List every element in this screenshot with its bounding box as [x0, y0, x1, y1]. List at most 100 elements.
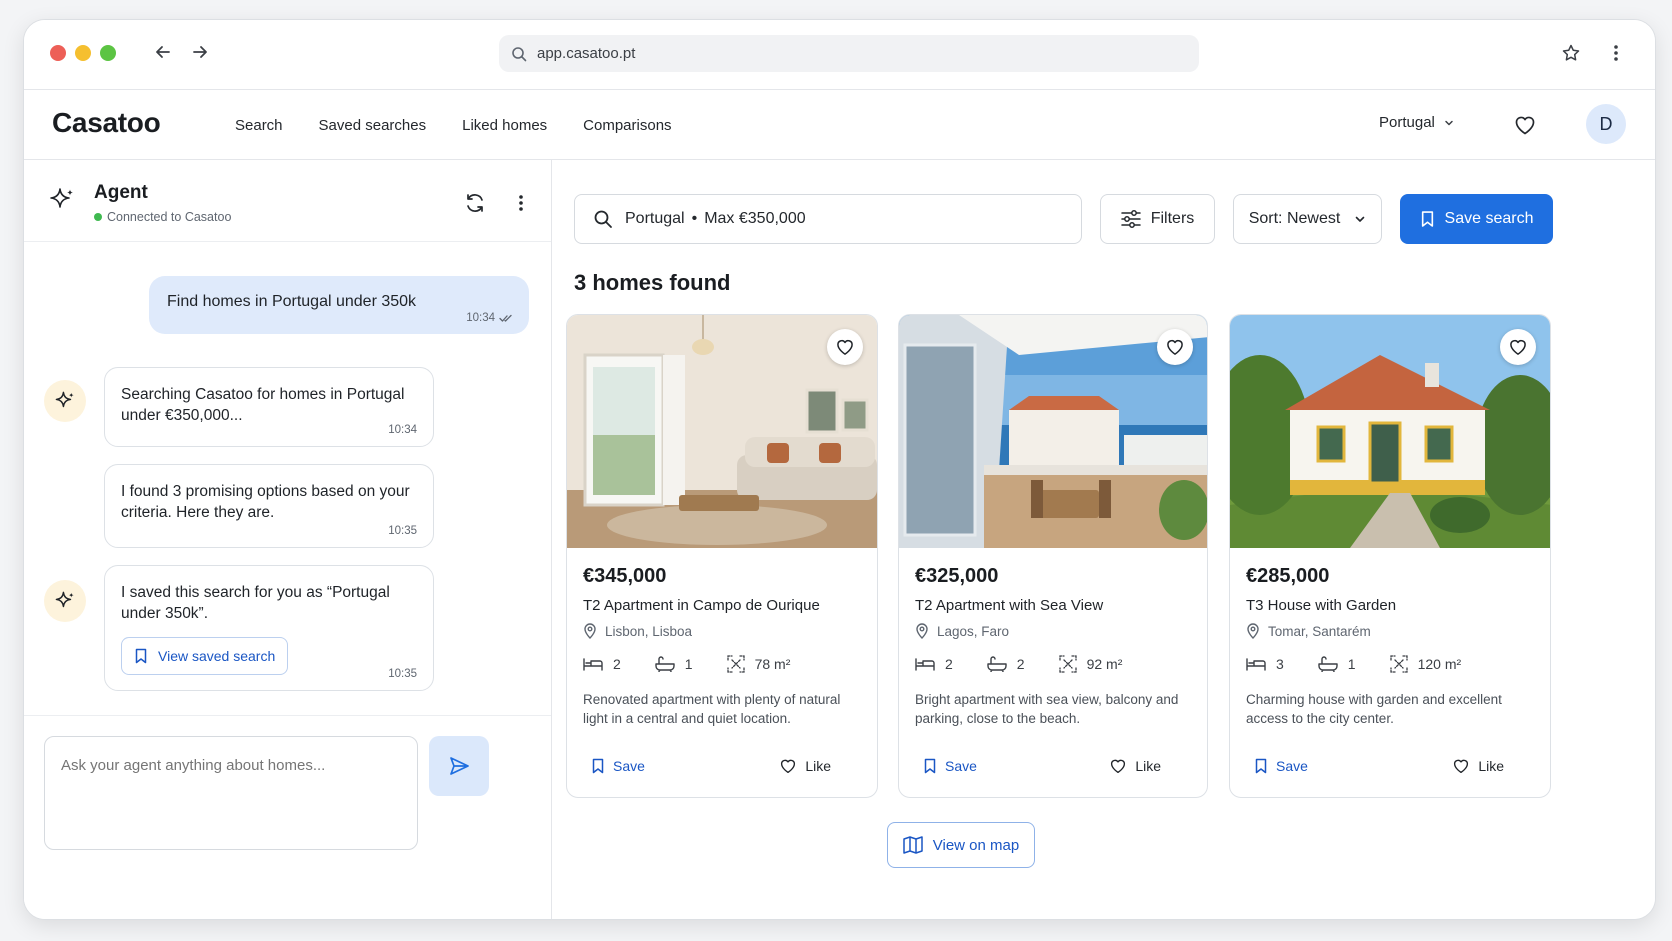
bookmark-icon: [1255, 758, 1267, 774]
listing-specs: 2 1 78 m²: [583, 655, 824, 673]
listing-card[interactable]: €325,000 T2 Apartment with Sea View Lago…: [898, 314, 1208, 798]
nav-saved-searches[interactable]: Saved searches: [319, 117, 427, 134]
like-listing-label: Like: [805, 758, 831, 774]
agent-message-time: 10:35: [388, 525, 417, 537]
bathrooms-spec: 2: [987, 656, 1025, 672]
bedrooms-spec: 2: [915, 656, 953, 672]
view-saved-search-button[interactable]: View saved search: [121, 637, 289, 675]
listing-price: €325,000: [915, 565, 999, 587]
send-icon: [450, 757, 469, 775]
like-listing-button[interactable]: Like: [1452, 757, 1504, 775]
save-search-label: Save search: [1444, 210, 1534, 227]
favorite-heart-button[interactable]: [1500, 329, 1536, 365]
map-icon: [903, 836, 923, 854]
filters-button[interactable]: Filters: [1100, 194, 1215, 244]
listing-card[interactable]: €345,000 T2 Apartment in Campo de Ouriqu…: [566, 314, 878, 798]
bed-icon: [1246, 658, 1266, 671]
url-text: app.casatoo.pt: [537, 45, 636, 62]
browser-window: app.casatoo.pt Casatoo Search Saved sear…: [23, 19, 1656, 920]
listing-description: Renovated apartment with plenty of natur…: [583, 692, 841, 726]
favorite-heart-button[interactable]: [1157, 329, 1193, 365]
listing-card[interactable]: €285,000 T3 House with Garden Tomar, San…: [1229, 314, 1551, 798]
connection-status: Connected to Casatoo: [94, 210, 231, 224]
save-listing-label: Save: [1276, 758, 1308, 774]
maximize-window-button[interactable]: [100, 45, 116, 61]
read-check-icon: [499, 314, 512, 322]
user-avatar[interactable]: D: [1586, 104, 1626, 144]
bookmark-star-icon[interactable]: [1556, 38, 1586, 68]
bookmark-icon: [135, 648, 147, 664]
nav-comparisons[interactable]: Comparisons: [583, 117, 671, 134]
listing-specs: 2 2 92 m²: [915, 655, 1156, 673]
listing-location: Lisbon, Lisboa: [583, 623, 692, 639]
listing-location: Lagos, Faro: [915, 623, 1009, 639]
chat-input[interactable]: [44, 736, 418, 850]
bookmark-icon: [1421, 211, 1433, 227]
bedrooms-count: 2: [613, 656, 621, 672]
query-separator: •: [691, 210, 698, 227]
view-saved-search-label: View saved search: [158, 648, 276, 664]
agent-title: Agent: [94, 182, 148, 203]
listing-title[interactable]: T2 Apartment in Campo de Ourique: [583, 597, 820, 614]
bathrooms-count: 1: [1347, 656, 1356, 672]
like-listing-label: Like: [1478, 758, 1504, 774]
view-on-map-button[interactable]: View on map: [887, 822, 1035, 868]
agent-header: Agent Connected to Casatoo: [24, 160, 551, 242]
main-nav: Search Saved searches Liked homes Compar…: [235, 90, 672, 160]
agent-message-text: I saved this search for you as “Portugal…: [121, 584, 390, 622]
bathrooms-count: 1: [684, 656, 693, 672]
nav-search[interactable]: Search: [235, 117, 283, 134]
browser-menu-icon[interactable]: [1601, 38, 1631, 68]
close-window-button[interactable]: [50, 45, 66, 61]
search-icon: [512, 46, 527, 61]
sort-dropdown[interactable]: Sort: Newest: [1233, 194, 1382, 244]
online-dot-icon: [94, 213, 102, 221]
save-listing-button[interactable]: Save: [923, 758, 977, 774]
save-listing-button[interactable]: Save: [1254, 758, 1308, 774]
minimize-window-button[interactable]: [75, 45, 91, 61]
agent-message-time: 10:35: [388, 668, 417, 680]
heart-icon: [781, 759, 796, 774]
area-icon: [1058, 655, 1077, 673]
send-button[interactable]: [429, 736, 489, 796]
user-message-text: Find homes in Portugal under 350k: [167, 293, 417, 310]
agent-message-text: I found 3 promising options based on you…: [121, 483, 410, 521]
like-listing-button[interactable]: Like: [779, 757, 831, 775]
more-options-icon[interactable]: [508, 190, 534, 216]
listing-location-text: Lisbon, Lisboa: [605, 623, 693, 639]
casatoo-logo[interactable]: Casatoo: [52, 107, 161, 139]
browser-toolbar: app.casatoo.pt: [24, 20, 1655, 90]
query-location: Portugal: [625, 210, 685, 227]
agent-message-time: 10:34: [388, 424, 417, 436]
save-listing-button[interactable]: Save: [591, 758, 645, 774]
heart-icon[interactable]: [1510, 110, 1540, 140]
location-pin-icon: [916, 623, 928, 639]
agent-avatar: [44, 580, 86, 622]
address-bar[interactable]: app.casatoo.pt: [499, 35, 1199, 72]
query-price: Max €350,000: [704, 210, 806, 227]
listing-title[interactable]: T3 House with Garden: [1246, 597, 1396, 614]
refresh-icon[interactable]: [462, 190, 488, 216]
back-arrow-icon[interactable]: [148, 37, 178, 67]
save-search-button[interactable]: Save search: [1400, 194, 1553, 244]
bedrooms-spec: 2: [583, 656, 621, 672]
user-message-time: 10:34: [466, 312, 495, 324]
country-selector[interactable]: Portugal: [1379, 114, 1455, 131]
bedrooms-count: 3: [1276, 656, 1284, 672]
agent-message: Searching Casatoo for homes in Portugal …: [104, 367, 434, 447]
sliders-icon: [1120, 210, 1141, 228]
search-query-input[interactable]: Portugal • Max €350,000: [574, 194, 1082, 244]
forward-arrow-icon[interactable]: [185, 37, 215, 67]
like-listing-button[interactable]: Like: [1109, 757, 1161, 775]
search-icon: [594, 210, 612, 228]
listing-title[interactable]: T2 Apartment with Sea View: [915, 597, 1103, 614]
chevron-down-icon: [1445, 120, 1453, 125]
favorite-heart-button[interactable]: [827, 329, 863, 365]
listing-price: €345,000: [583, 565, 667, 587]
app-header: Casatoo Search Saved searches Liked home…: [24, 90, 1655, 160]
heart-icon: [1167, 339, 1183, 355]
area-value: 78 m²: [754, 656, 791, 672]
nav-liked-homes[interactable]: Liked homes: [462, 117, 547, 134]
save-listing-label: Save: [945, 758, 977, 774]
filters-label: Filters: [1150, 210, 1195, 227]
